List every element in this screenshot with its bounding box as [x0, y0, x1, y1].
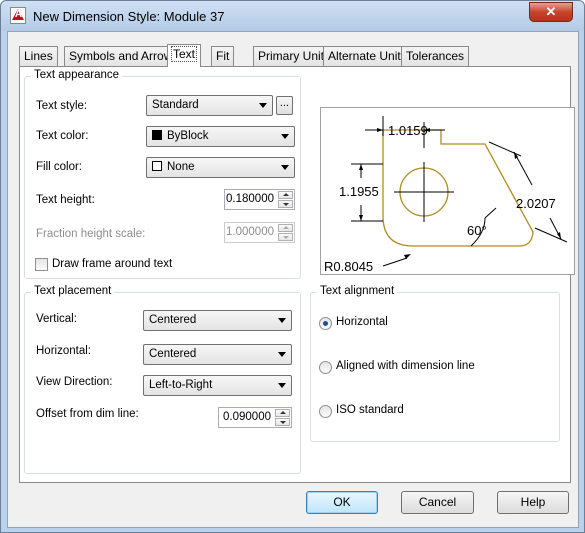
dim-top-text: 1.0159	[388, 123, 428, 138]
spin-up-icon	[278, 224, 293, 232]
chevron-down-icon	[281, 134, 289, 139]
radio-horizontal[interactable]	[319, 317, 332, 330]
preview-drawing: 1.0159 1.1955 2.0207 60° R0.8045	[324, 116, 568, 274]
fraction-height-scale-stepper: 1.000000	[224, 222, 295, 243]
radio-iso-label: ISO standard	[336, 404, 404, 416]
tab-text[interactable]: Text	[167, 44, 202, 67]
horizontal-dropdown[interactable]: Centered	[143, 344, 292, 365]
dim-angle-text: 60°	[467, 223, 487, 238]
text-style-dropdown[interactable]: Standard	[146, 95, 273, 116]
dialog-client-area: Lines Symbols and Arrows Text Fit Primar…	[7, 31, 579, 528]
radio-iso-standard[interactable]	[319, 405, 332, 418]
chevron-down-icon	[259, 103, 267, 108]
text-style-browse-button[interactable]: ...	[276, 96, 293, 115]
window-title: New Dimension Style: Module 37	[33, 9, 225, 24]
fill-color-label: Fill color:	[36, 161, 83, 173]
dim-radius-text: R0.8045	[324, 259, 373, 274]
color-swatch-icon	[152, 130, 162, 140]
title-bar[interactable]: A New Dimension Style: Module 37 ✕	[1, 1, 584, 31]
chevron-down-icon	[278, 383, 286, 388]
horizontal-label: Horizontal:	[36, 345, 91, 357]
text-height-stepper[interactable]: 0.180000	[224, 189, 295, 210]
spin-down-icon	[278, 233, 293, 241]
text-height-label: Text height:	[36, 194, 95, 206]
part-outline	[382, 129, 534, 247]
tab-lines[interactable]: Lines	[19, 46, 58, 66]
radio-aligned-with-dimension-line[interactable]	[319, 361, 332, 374]
vertical-dropdown[interactable]: Centered	[143, 310, 292, 331]
spin-down-icon[interactable]	[278, 200, 293, 208]
text-tab-panel: Text appearance Text style: Standard ...…	[19, 66, 575, 483]
text-alignment-title: Text alignment	[317, 285, 398, 297]
vertical-label: Vertical:	[36, 313, 77, 325]
text-appearance-title: Text appearance	[31, 69, 123, 81]
text-placement-title: Text placement	[31, 285, 115, 297]
spin-down-icon[interactable]	[275, 418, 290, 426]
spin-up-icon[interactable]	[278, 191, 293, 199]
offset-stepper[interactable]: 0.090000	[218, 407, 292, 428]
text-color-dropdown[interactable]: ByBlock	[146, 126, 295, 147]
radio-aligned-label: Aligned with dimension line	[336, 360, 475, 372]
close-button[interactable]: ✕	[529, 2, 573, 22]
chevron-down-icon	[278, 352, 286, 357]
help-button[interactable]: Help	[497, 491, 569, 514]
fill-color-dropdown[interactable]: None	[146, 157, 295, 178]
text-color-label: Text color:	[36, 130, 89, 142]
spin-up-icon[interactable]	[275, 409, 290, 417]
tab-symbols-and-arrows[interactable]: Symbols and Arrows	[64, 46, 184, 66]
chevron-down-icon	[278, 318, 286, 323]
radio-horizontal-label: Horizontal	[336, 316, 388, 328]
draw-frame-label: Draw frame around text	[52, 258, 173, 270]
tab-tolerances[interactable]: Tolerances	[401, 46, 470, 66]
text-style-label: Text style:	[36, 100, 88, 112]
view-direction-label: View Direction:	[36, 376, 113, 388]
autocad-icon: A	[10, 7, 26, 24]
draw-frame-checkbox[interactable]	[35, 258, 48, 271]
tab-fit[interactable]: Fit	[211, 46, 235, 66]
offset-label: Offset from dim line:	[36, 408, 139, 420]
cancel-button[interactable]: Cancel	[401, 491, 474, 514]
dimension-style-dialog: A New Dimension Style: Module 37 ✕ Lines…	[0, 0, 585, 533]
dim-right-text: 2.0207	[516, 196, 556, 211]
dimension-preview: 1.0159 1.1955 2.0207 60° R0.8045	[320, 107, 575, 275]
color-swatch-icon	[152, 161, 162, 171]
fraction-height-scale-label: Fraction height scale:	[36, 228, 146, 240]
chevron-down-icon	[281, 165, 289, 170]
view-direction-dropdown[interactable]: Left-to-Right	[143, 375, 292, 396]
ok-button[interactable]: OK	[306, 491, 378, 514]
tab-alternate-units[interactable]: Alternate Units	[323, 46, 412, 66]
dim-left-text: 1.1955	[339, 184, 379, 199]
